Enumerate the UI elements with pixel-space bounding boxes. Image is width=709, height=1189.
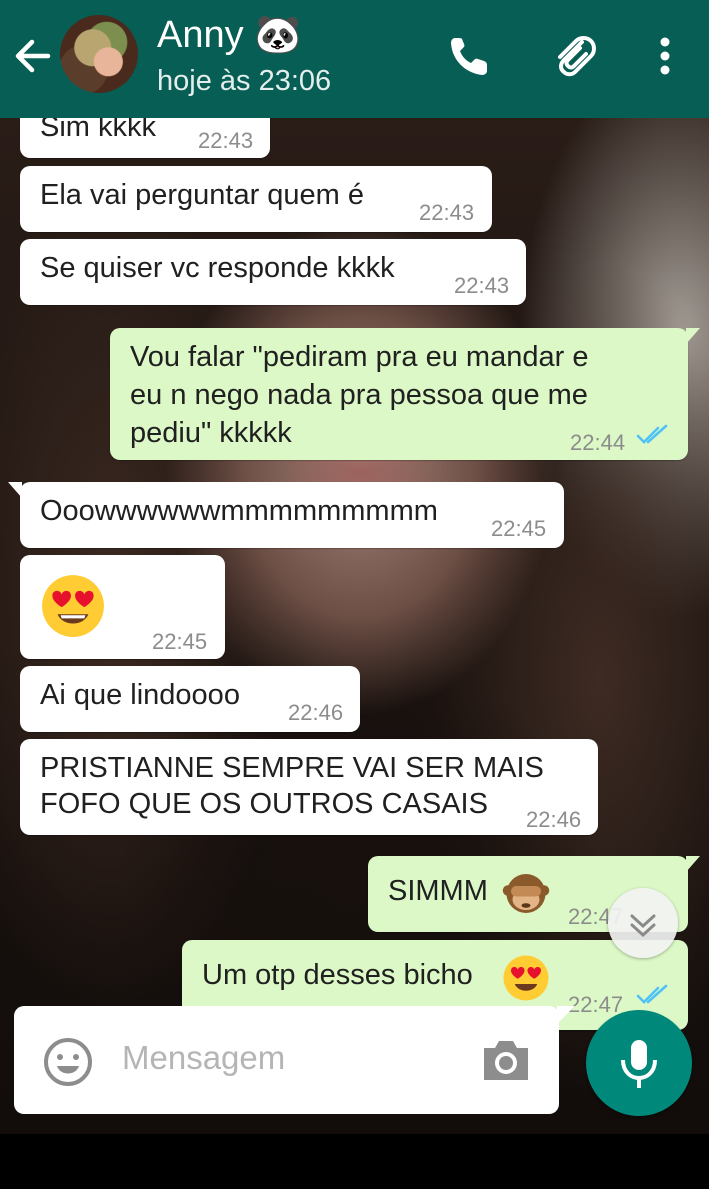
system-bottom-bar [0, 1134, 709, 1189]
paperclip-icon[interactable] [550, 30, 598, 82]
phone-icon[interactable] [445, 30, 493, 82]
last-seen-status: hoje às 23:06 [157, 65, 332, 97]
message-time: 22:46 [526, 807, 582, 832]
message-time: 22:45 [491, 516, 547, 541]
message-incoming[interactable]: Ooowwwwwwmmmmmmmmm 22:45 [8, 482, 564, 548]
contact-name[interactable]: Anny 🐼 [157, 12, 302, 58]
heart-eyes-emoji-icon [42, 575, 104, 637]
see-no-evil-monkey-icon [502, 874, 550, 913]
message-line: eu n nego nada pra pessoa que me [130, 379, 588, 411]
message-line: Vou falar "pediram pra eu mandar e [130, 341, 589, 373]
message-line: PRISTIANNE SEMPRE VAI SER MAIS [40, 752, 544, 784]
more-vertical-icon[interactable] [648, 30, 682, 82]
chat-background: Sim kkkk 22:43 Ela vai perguntar quem é … [0, 118, 709, 1134]
message-text: Ela vai perguntar quem é [40, 179, 365, 211]
message-incoming[interactable]: Ai que lindoooo 22:46 [20, 666, 360, 732]
message-text: Sim kkkk [40, 118, 156, 143]
emoji-icon[interactable] [42, 1036, 94, 1088]
message-time: 22:43 [419, 200, 475, 225]
message-text: Um otp desses bicho [202, 959, 473, 991]
message-time: 22:44 [570, 430, 626, 455]
bubble-tail [686, 328, 700, 344]
message-time: 22:43 [454, 273, 510, 298]
message-outgoing[interactable]: Vou falar "pediram pra eu mandar e eu n … [110, 328, 700, 460]
message-text: Ai que lindoooo [40, 679, 240, 711]
message-time: 22:45 [152, 629, 208, 654]
read-receipt-icon [636, 424, 668, 444]
heart-eyes-emoji-icon [503, 955, 549, 1001]
chevron-double-down-icon [630, 914, 656, 938]
message-input-placeholder[interactable]: Mensagem [122, 1039, 285, 1077]
message-input-box[interactable]: Mensagem [14, 1006, 575, 1114]
message-incoming[interactable]: Se quiser vc responde kkkk 22:43 [20, 239, 526, 305]
scroll-to-bottom-button[interactable] [608, 888, 678, 958]
message-text: SIMMM [388, 875, 488, 907]
message-line: pediu" kkkkk [130, 417, 292, 449]
contact-avatar[interactable] [60, 15, 138, 93]
bubble-tail [8, 482, 22, 498]
message-text: Ooowwwwwwmmmmmmmmm [40, 495, 438, 527]
message-incoming[interactable]: Ela vai perguntar quem é 22:43 [20, 166, 492, 232]
message-line: FOFO QUE OS OUTROS CASAIS [40, 788, 488, 820]
message-time: 22:46 [288, 700, 344, 725]
message-incoming[interactable]: PRISTIANNE SEMPRE VAI SER MAIS FOFO QUE … [20, 739, 598, 835]
message-incoming[interactable]: Sim kkkk 22:43 [20, 118, 270, 158]
chat-header: Anny 🐼 hoje às 23:06 [0, 0, 709, 118]
bubble-tail [686, 856, 700, 872]
mic-button[interactable] [586, 1010, 692, 1116]
message-time: 22:43 [198, 128, 254, 153]
input-tail [557, 1006, 575, 1024]
camera-icon[interactable] [480, 1036, 532, 1084]
message-text: Se quiser vc responde kkkk [40, 252, 395, 284]
read-receipt-icon [636, 984, 668, 1004]
mic-icon [621, 1040, 657, 1088]
message-incoming[interactable]: 22:45 [20, 555, 225, 659]
back-arrow-icon[interactable] [12, 34, 52, 78]
